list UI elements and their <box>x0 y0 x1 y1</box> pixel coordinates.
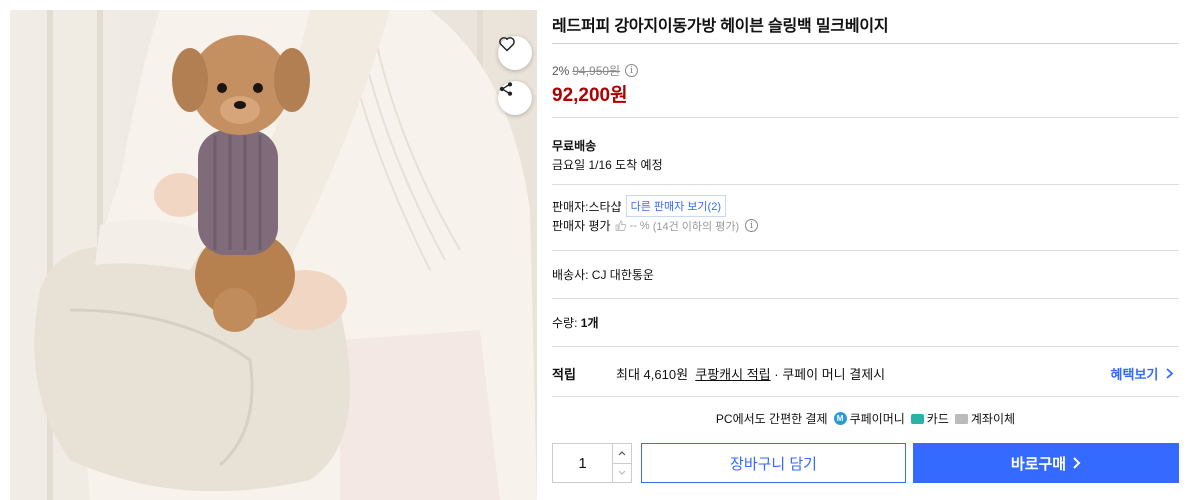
divider <box>552 43 1179 44</box>
points-max: 최대 4,610원 <box>616 367 689 382</box>
quantity-decrease-button[interactable] <box>613 462 631 483</box>
stepper-controls <box>612 444 631 482</box>
payment-bank-transfer: 계좌이체 <box>954 410 1016 427</box>
payment-bank-label: 계좌이체 <box>970 412 1016 426</box>
divider <box>552 250 1179 251</box>
chevron-right-icon <box>1073 457 1081 469</box>
divider <box>552 184 1179 185</box>
arrival-date: 금요일 1/16 도착 예정 <box>552 158 663 172</box>
quantity-increase-button[interactable] <box>613 444 631 463</box>
points-text: 최대 4,610원 쿠팡캐시 적립 · 쿠페이 머니 결제시 <box>616 364 885 383</box>
courier-info: 배송사: CJ 대한통운 <box>552 268 654 282</box>
wishlist-button[interactable] <box>498 36 532 70</box>
info-icon[interactable]: i <box>625 64 639 77</box>
heart-icon <box>499 37 515 52</box>
chevron-up-icon <box>618 450 626 456</box>
payment-card: 카드 <box>910 410 949 427</box>
payment-card-label: 카드 <box>926 412 949 426</box>
payment-methods: PC에서도 간편한 결제 M 쿠페이머니 카드 계좌이체 <box>552 410 1179 427</box>
divider <box>552 346 1179 347</box>
points-suffix: · 쿠페이 머니 결제시 <box>774 367 886 382</box>
divider <box>552 298 1179 299</box>
quantity-value: 1개 <box>580 316 599 330</box>
coupang-cash-link[interactable]: 쿠팡캐시 적립 <box>695 367 770 382</box>
seller-rating-row: 판매자 평가 -- % (14건 이하의 평가) i <box>552 217 759 234</box>
quantity-label: 수량: <box>552 316 578 330</box>
seller-name[interactable]: 스타샵 <box>588 198 621 215</box>
buy-now-button[interactable]: 바로구매 <box>913 443 1179 483</box>
shipping-title: 무료배송 <box>552 139 597 153</box>
quantity-input[interactable] <box>553 444 612 482</box>
share-icon <box>499 82 513 96</box>
product-image <box>10 10 537 500</box>
discount-row: 2% 94,950원 i <box>552 62 639 79</box>
info-icon[interactable]: i <box>745 219 759 232</box>
payment-coupay-label: 쿠페이머니 <box>849 412 905 426</box>
payment-coupay-money: M 쿠페이머니 <box>833 410 905 427</box>
divider <box>552 396 1179 397</box>
seller-rating-value: -- % <box>629 219 650 232</box>
buy-now-label: 바로구매 <box>1010 455 1067 473</box>
product-info-panel: 레드퍼피 강아지이동가방 헤이븐 슬링백 밀크베이지 2% 94,950원 i … <box>552 0 1179 500</box>
product-title: 레드퍼피 강아지이동가방 헤이븐 슬링백 밀크베이지 <box>552 18 889 35</box>
payment-intro: PC에서도 간편한 결제 <box>715 412 828 426</box>
other-sellers-button[interactable]: 다른 판매자 보기(2) <box>625 195 726 217</box>
coupay-money-icon: M <box>833 412 847 425</box>
seller-rating: -- % (14건 이하의 평가) <box>615 218 740 234</box>
divider <box>552 117 1179 118</box>
original-price: 94,950원 <box>572 64 621 78</box>
seller-label: 판매자: <box>552 199 589 214</box>
seller-row: 판매자: 스타샵 다른 판매자 보기(2) <box>552 195 726 217</box>
bank-icon <box>954 413 968 424</box>
discount-rate: 2% <box>552 63 570 78</box>
add-to-cart-label: 장바구니 담기 <box>730 455 817 473</box>
seller-rating-label: 판매자 평가 <box>552 219 611 233</box>
card-icon <box>910 413 924 424</box>
quantity-info: 수량: 1개 <box>552 314 598 331</box>
view-benefits-label: 혜택보기 <box>1110 367 1159 382</box>
share-button[interactable] <box>498 81 532 115</box>
view-benefits-link[interactable]: 혜택보기 <box>1111 364 1174 383</box>
seller-rating-note: (14건 이하의 평가) <box>652 220 740 233</box>
product-photo <box>10 10 537 500</box>
points-label: 적립 <box>552 367 576 382</box>
chevron-right-icon <box>1166 368 1174 379</box>
add-to-cart-button[interactable]: 장바구니 담기 <box>641 443 906 483</box>
thumb-up-icon <box>615 220 626 231</box>
quantity-stepper <box>552 443 632 483</box>
sale-price: 92,200원 <box>552 85 628 106</box>
chevron-down-icon <box>618 470 626 476</box>
